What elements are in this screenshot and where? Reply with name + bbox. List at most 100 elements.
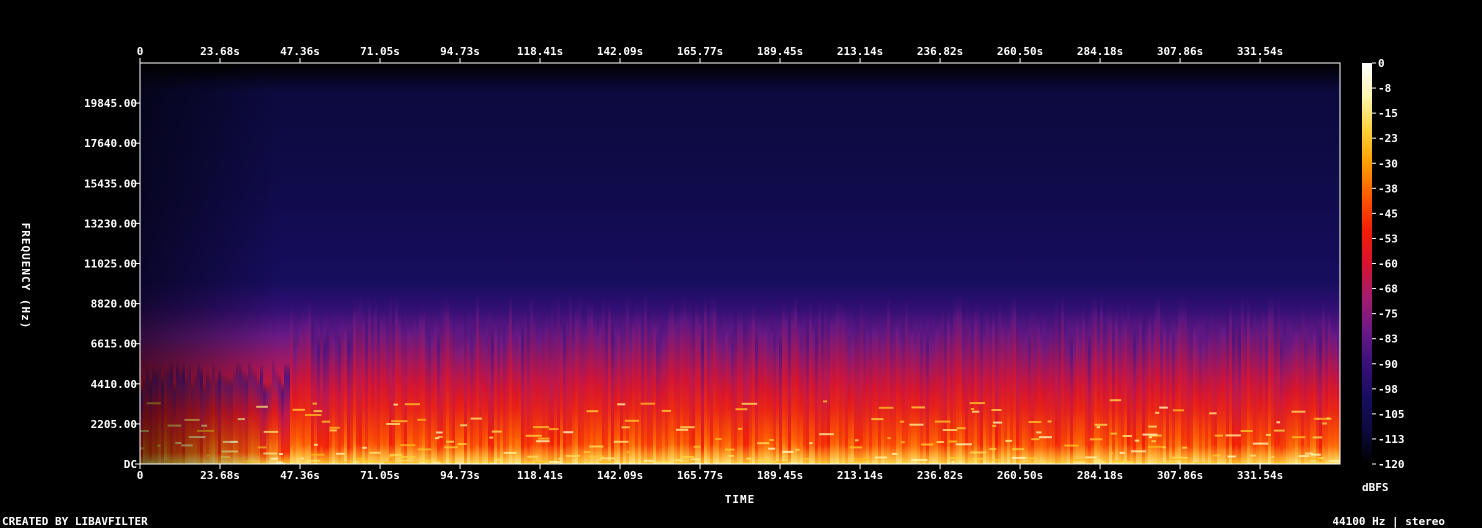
spectrogram-column <box>1226 309 1229 464</box>
spectrogram-column <box>1220 309 1223 464</box>
spectrogram-column <box>1199 330 1202 464</box>
harmonic-streak <box>399 459 408 462</box>
harmonic-streak <box>1329 459 1340 462</box>
harmonic-streak <box>1131 450 1146 453</box>
spectrogram-column <box>1217 325 1220 464</box>
spectrogram-column <box>1130 306 1133 464</box>
spectrogram-column <box>1235 300 1238 464</box>
spectrogram-column <box>1244 308 1247 464</box>
spectrogram-column <box>1013 290 1016 464</box>
spectrogram-window: 0 23.68s 47.36s 71.05s 94.73s 118.41s 142.09s 1… <box>0 0 1482 528</box>
y-tick-label: 15435.00 <box>84 177 137 190</box>
harmonic-streak <box>532 426 550 429</box>
spectrogram-column <box>629 325 632 464</box>
spectrogram-column <box>635 297 638 464</box>
harmonic-streak <box>558 457 562 460</box>
spectrogram-column <box>998 296 1001 464</box>
harmonic-streak <box>735 408 748 411</box>
spectrogram-column <box>686 297 689 464</box>
spectrogram-column <box>509 289 512 464</box>
spectrogram-column <box>563 318 566 464</box>
colorbar-tick-label: -113 <box>1378 433 1405 446</box>
harmonic-streak <box>389 453 403 456</box>
spectrogram-column <box>695 295 698 464</box>
spectrogram-column <box>1019 308 1022 464</box>
spectrogram-column <box>896 308 899 464</box>
spectrogram-column <box>1139 302 1142 464</box>
harmonic-streak <box>911 459 928 461</box>
spectrogram-column <box>608 294 611 464</box>
spectrogram-column <box>590 294 593 464</box>
spectrogram-column <box>1328 302 1331 464</box>
spectrogram-column <box>1133 326 1136 464</box>
spectrogram-column <box>956 290 959 464</box>
spectrogram-column <box>923 315 926 464</box>
harmonic-streak <box>1089 438 1103 441</box>
harmonic-streak <box>934 420 951 423</box>
spectrogram-column <box>1100 290 1103 464</box>
harmonic-streak <box>1322 422 1327 425</box>
spectrogram-column <box>758 304 761 464</box>
harmonic-streak <box>587 455 604 458</box>
spectrogram-column <box>1073 328 1076 464</box>
harmonic-streak <box>308 459 321 462</box>
spectrogram-column <box>554 313 557 464</box>
harmonic-streak <box>1038 436 1052 439</box>
harmonic-streak <box>809 442 813 445</box>
harmonic-streak <box>782 450 794 453</box>
spectrogram-column <box>452 301 455 464</box>
spectrogram-column <box>743 306 746 464</box>
spectrogram-column <box>398 304 401 464</box>
harmonic-streak <box>354 457 365 460</box>
x-tick-label: 284.18s <box>1077 45 1123 58</box>
y-tick-label: 11025.00 <box>84 258 137 271</box>
x-axis-top: 0 23.68s 47.36s 71.05s 94.73s 118.41s 142.09s 1… <box>137 45 1283 63</box>
colorbar-tick-label: -8 <box>1378 82 1391 95</box>
harmonic-streak <box>391 420 408 423</box>
spectrogram-column <box>356 294 359 464</box>
harmonic-streak <box>763 460 777 463</box>
colorbar-tick-label: -60 <box>1378 258 1398 271</box>
harmonic-streak <box>1122 435 1132 437</box>
spectrogram-column <box>1121 299 1124 464</box>
spectrogram-column <box>821 311 824 464</box>
spectrogram-column <box>374 294 377 464</box>
spectrogram-column <box>605 318 608 464</box>
harmonic-streak <box>693 445 701 448</box>
spectrogram-column <box>626 291 629 464</box>
x-tick-label: 71.05s <box>360 45 400 58</box>
x-tick-label: 284.18s <box>1077 469 1123 482</box>
harmonic-streak <box>1047 420 1052 423</box>
harmonic-streak <box>1240 430 1253 432</box>
y-axis-title: FREQUENCY (Hz) <box>19 223 32 330</box>
spectrogram-column <box>413 304 416 464</box>
spectrogram-column <box>809 297 812 464</box>
spectrogram-column <box>989 306 992 464</box>
y-axis: DC 2205.00 4410.00 6615.00 8820.00 11025.00 13… <box>84 97 140 471</box>
harmonic-streak <box>1155 411 1160 414</box>
harmonic-streak <box>1212 454 1221 457</box>
harmonic-streak <box>741 402 758 405</box>
spectrogram-column <box>431 320 434 464</box>
spectrogram-column <box>650 302 653 464</box>
spectrogram-column <box>746 299 749 464</box>
spectrogram-column <box>872 310 875 464</box>
spectrogram-column <box>986 300 989 464</box>
spectrogram-column <box>506 308 509 464</box>
spectrogram-column <box>1148 304 1151 464</box>
harmonic-streak <box>621 426 630 429</box>
x-tick-label: 213.14s <box>837 469 883 482</box>
spectrogram-column <box>593 303 596 464</box>
x-tick-label: 260.50s <box>997 469 1043 482</box>
colorbar-tick-label: -90 <box>1378 358 1398 371</box>
y-tick-label: 6615.00 <box>91 338 137 351</box>
spectrogram-column <box>1097 325 1100 464</box>
harmonic-streak <box>970 408 975 410</box>
y-tick-label: 19845.00 <box>84 97 137 110</box>
spectrogram-column <box>827 299 830 464</box>
spectrogram-column <box>824 297 827 464</box>
spectrogram-column <box>1088 332 1091 464</box>
spectrogram-column <box>1205 317 1208 464</box>
spectrogram-column <box>974 299 977 464</box>
x-tick-label: 236.82s <box>917 469 963 482</box>
